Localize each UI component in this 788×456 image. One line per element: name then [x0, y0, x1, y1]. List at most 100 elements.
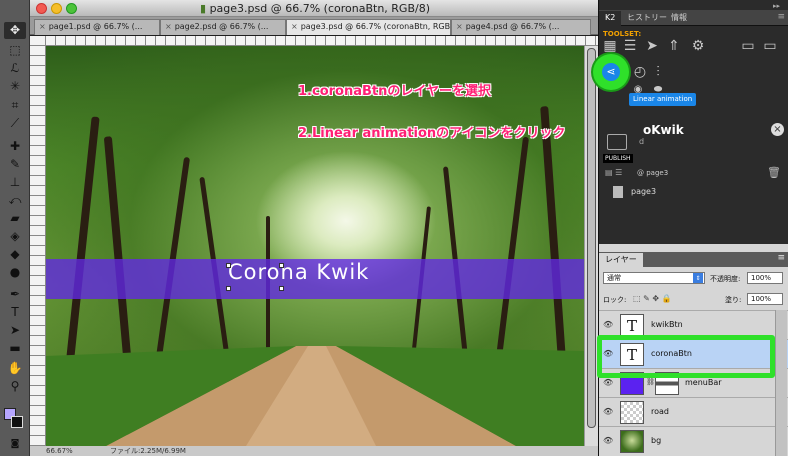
close-tab-icon[interactable]: × [39, 22, 46, 31]
grid-icon[interactable]: ▦ [601, 38, 619, 54]
move-tool-icon[interactable]: ✥ [4, 22, 26, 39]
eye-icon[interactable]: 👁 [603, 407, 613, 417]
page-ref: @ page3 [637, 169, 669, 177]
marquee-tool-icon[interactable]: ⬚ [4, 42, 26, 59]
eyedropper-tool-icon[interactable]: ⟋ [4, 115, 26, 132]
chevron-down-icon: ⇕ [693, 273, 703, 283]
lock-icons[interactable]: ⬚ ✎ ✥ 🔒 [633, 294, 672, 303]
layers-tab-bar: レイヤー ≡ [599, 252, 788, 268]
fill-input[interactable]: 100% [747, 293, 783, 305]
lasso-tool-icon[interactable]: ℒ [4, 60, 26, 77]
tab-layers[interactable]: レイヤー [599, 253, 643, 268]
lock-label: ロック: [603, 296, 627, 304]
layer-row-bg[interactable]: 👁 bg [599, 426, 788, 455]
zoom-window-button[interactable] [66, 3, 77, 14]
panel-menu-icon[interactable]: ≡ [777, 253, 785, 263]
eye-icon[interactable]: 👁 [603, 320, 613, 330]
document-tabs: × page1.psd @ 66.7% (... × page2.psd @ 66.… [30, 17, 598, 35]
crop-tool-icon[interactable]: ⌗ [4, 97, 26, 114]
trash-icon[interactable]: 🗑 [767, 166, 781, 179]
panel-menu-icon[interactable]: ≡ [777, 12, 785, 22]
k2-panel: ▸▸ K2 ヒストリー 情報 ≡ TOOLSET: ▦ ☰ ➤ ⇑ ⚙ ▭ ▭ … [598, 0, 788, 244]
eye-icon[interactable]: 👁 [603, 436, 613, 446]
tools-panel: ✥ ⬚ ℒ ✳ ⌗ ⟋ ✚ ✎ ⊥ ⤺ ▰ ◈ ◆ ● ✒ T ➤ ▬ ✋ ⚲ … [0, 0, 30, 456]
folder-gear-icon[interactable]: ▭ [739, 38, 757, 54]
minimize-window-button[interactable] [51, 3, 62, 14]
link-icon: ⛓ [646, 378, 655, 386]
scrollbar-thumb[interactable] [587, 48, 596, 428]
gear-icon[interactable]: ⚙ [689, 38, 707, 54]
eye-icon[interactable]: 👁 [603, 378, 613, 388]
publish-label[interactable]: PUBLISH [603, 154, 633, 163]
hand-tool-icon[interactable]: ✋ [4, 360, 26, 377]
close-window-button[interactable] [36, 3, 47, 14]
corona-kwik-text[interactable]: Corona Kwik [228, 260, 369, 284]
layer-name: road [651, 407, 669, 416]
sliders-icon[interactable]: ⫶ [649, 64, 667, 80]
magic-wand-tool-icon[interactable]: ✳ [4, 78, 26, 95]
dodge-tool-icon[interactable]: ● [4, 264, 26, 281]
linear-animation-icon[interactable]: ⋖ [602, 63, 620, 81]
rocket-icon[interactable]: ⇑ [665, 38, 683, 54]
quick-mask-icon[interactable]: ◙ [4, 436, 26, 453]
layer-name: bg [651, 436, 662, 445]
page-name[interactable]: page3 [631, 187, 656, 196]
folder-open-icon[interactable]: ▭ [761, 38, 779, 54]
road-image [46, 346, 584, 446]
close-tab-icon[interactable]: × [165, 22, 172, 31]
vertical-ruler [30, 36, 46, 446]
timer-icon[interactable]: ◴ [631, 64, 649, 80]
brush-tool-icon[interactable]: ✎ [4, 156, 26, 173]
close-tab-icon[interactable]: × [291, 22, 298, 31]
opacity-input[interactable]: 100% [747, 272, 783, 284]
tab-info[interactable]: 情報 [665, 11, 693, 26]
coronabtn-layer-highlight [597, 335, 775, 378]
linear-animation-highlight: ⋖ [593, 54, 629, 90]
background-color-swatch[interactable] [11, 416, 23, 428]
transform-handle[interactable] [279, 263, 284, 268]
collapse-panel-icon[interactable]: ▸▸ [773, 2, 780, 10]
tab-page2[interactable]: × page2.psd @ 66.7% (... [160, 19, 286, 35]
page-stack-icon: ▤ ☰ [605, 168, 623, 177]
transform-handle[interactable] [226, 286, 231, 291]
tab-page1[interactable]: × page1.psd @ 66.7% (... [34, 19, 160, 35]
blend-mode-select[interactable]: 通常 ⇕ [603, 272, 705, 284]
tab-k2[interactable]: K2 [599, 11, 622, 26]
horizontal-ruler [46, 36, 598, 46]
layers-scrollbar[interactable] [775, 310, 787, 456]
fill-label: 塗り: [725, 296, 742, 304]
zoom-tool-icon[interactable]: ⚲ [4, 378, 26, 395]
window-title: ▮ page3.psd @ 66.7% (coronaBtn, RGB/8) [200, 2, 430, 15]
path-selection-tool-icon[interactable]: ➤ [4, 322, 26, 339]
cursor-icon[interactable]: ➤ [643, 38, 661, 54]
layer-name: kwikBtn [651, 320, 683, 329]
eraser-tool-icon[interactable]: ▰ [4, 210, 26, 227]
tab-page4[interactable]: × page4.psd @ 66.7% (... [451, 19, 591, 35]
image-layer-thumbnail [620, 401, 644, 424]
type-tool-icon[interactable]: T [4, 304, 26, 321]
vertical-scrollbar[interactable] [584, 46, 598, 446]
transform-handle[interactable] [226, 263, 231, 268]
paint-bucket-tool-icon[interactable]: ◈ [4, 228, 26, 245]
shape-tool-icon[interactable]: ▬ [4, 340, 26, 357]
clone-stamp-tool-icon[interactable]: ⊥ [4, 174, 26, 191]
close-tab-icon[interactable]: × [456, 22, 463, 31]
image-layer-thumbnail [620, 430, 644, 453]
history-brush-tool-icon[interactable]: ⤺ [4, 192, 26, 209]
list-icon[interactable]: ☰ [621, 38, 639, 54]
blur-tool-icon[interactable]: ◆ [4, 246, 26, 263]
k2-tabs: K2 ヒストリー 情報 ≡ [599, 10, 788, 26]
close-icon[interactable]: × [771, 123, 784, 136]
toolset-label: TOOLSET: [603, 30, 642, 38]
status-bar: 66.67% ファイル:2.25M/6.99M [30, 446, 598, 456]
document-info: ファイル:2.25M/6.99M [110, 447, 186, 455]
opacity-label: 不透明度: [710, 275, 741, 283]
document-canvas[interactable]: Corona Kwik 1.coronaBtnのレイヤーを選択 2.Linear… [46, 46, 584, 446]
tab-page3[interactable]: × page3.psd @ 66.7% (coronaBtn, RGB/8) [286, 19, 451, 35]
healing-brush-tool-icon[interactable]: ✚ [4, 138, 26, 155]
pen-tool-icon[interactable]: ✒ [4, 286, 26, 303]
layer-row-road[interactable]: 👁 road [599, 397, 788, 426]
transform-handle[interactable] [279, 286, 284, 291]
zoom-level[interactable]: 66.67% [46, 446, 73, 456]
id-text: d [639, 137, 645, 146]
